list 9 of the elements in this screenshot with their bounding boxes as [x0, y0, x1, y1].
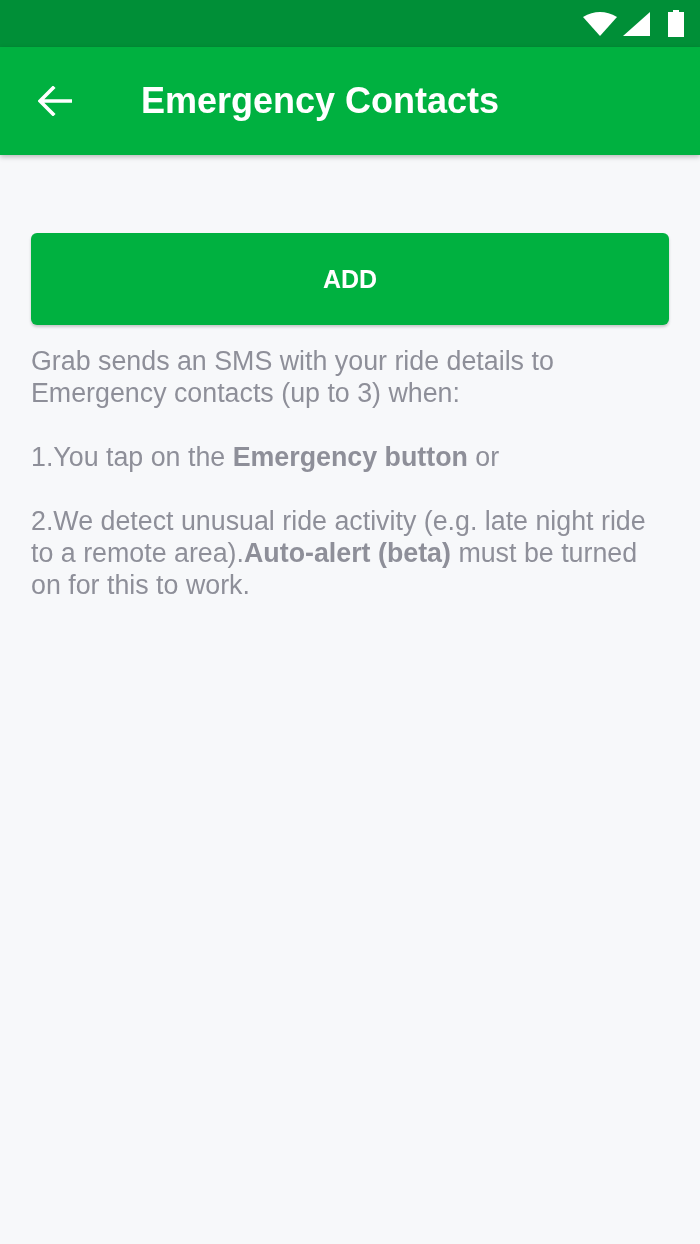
add-button[interactable]: ADD: [31, 233, 669, 325]
wifi-icon: [583, 11, 617, 36]
battery-icon: [668, 10, 684, 37]
back-arrow-icon[interactable]: [38, 86, 72, 116]
signal-icon: [623, 11, 650, 36]
description-paragraph: 2.We detect unusual ride activity (e.g. late night ride to a remote area).Auto-alert (beta) must be turned on for this to work.: [31, 505, 647, 601]
screen-title: Emergency Contacts: [141, 80, 500, 122]
description-paragraph: 1.You tap on the Emergency button or: [31, 441, 501, 473]
description-paragraph: Grab sends an SMS with your ride details to Emergency contacts (up to 3) when:: [31, 345, 555, 409]
